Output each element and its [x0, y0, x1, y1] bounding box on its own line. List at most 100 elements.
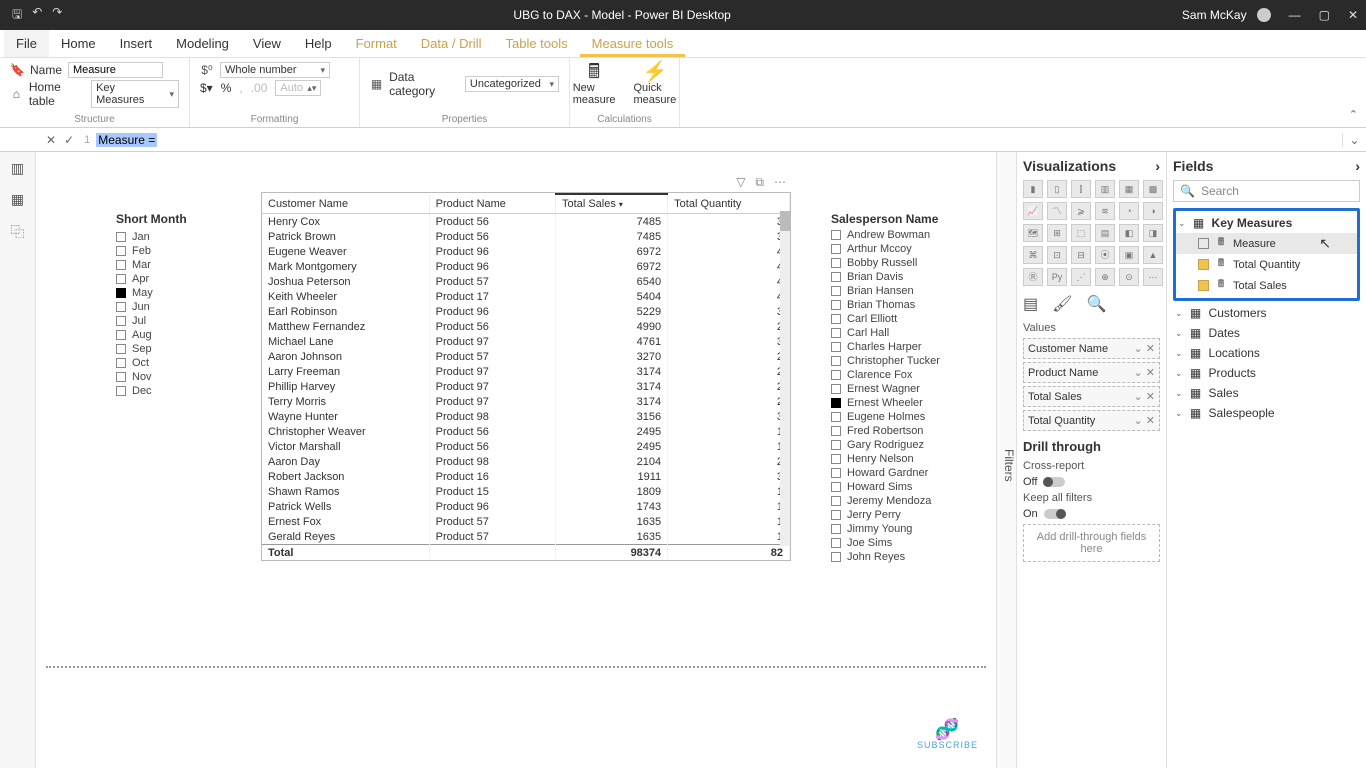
- month-option[interactable]: Aug: [116, 328, 236, 342]
- visual-type-icon[interactable]: ⦿: [1095, 246, 1115, 264]
- salesperson-option[interactable]: Fred Robertson: [831, 424, 1001, 438]
- format-tab-icon[interactable]: 🖌: [1052, 294, 1072, 314]
- month-option[interactable]: Feb: [116, 244, 236, 258]
- checkbox-checked[interactable]: [1198, 259, 1209, 270]
- formula-input[interactable]: 1 Measure =: [84, 133, 1342, 147]
- salesperson-option[interactable]: John Reyes: [831, 550, 1001, 564]
- visual-type-icon[interactable]: ⩾: [1071, 202, 1091, 220]
- column-header[interactable]: Customer Name: [262, 194, 429, 214]
- salesperson-option[interactable]: Eugene Holmes: [831, 410, 1001, 424]
- table-scrollbar[interactable]: [780, 211, 790, 546]
- table-row[interactable]: Eugene WeaverProduct 9669724: [262, 244, 790, 259]
- salesperson-option[interactable]: Carl Elliott: [831, 312, 1001, 326]
- currency-btn[interactable]: $▾: [200, 81, 213, 95]
- visual-type-icon[interactable]: ▩: [1143, 180, 1163, 198]
- table-row[interactable]: Ernest FoxProduct 5716351: [262, 514, 790, 529]
- visual-type-icon[interactable]: Ⓡ: [1023, 268, 1043, 286]
- table-row[interactable]: Patrick WellsProduct 9617431: [262, 499, 790, 514]
- table-row[interactable]: Terry MorrisProduct 9731742: [262, 394, 790, 409]
- fields-collapse[interactable]: ›: [1355, 158, 1360, 174]
- column-header[interactable]: Product Name: [429, 194, 555, 214]
- new-measure-button[interactable]: 🖩 New measure: [567, 62, 622, 106]
- salesperson-option[interactable]: Ernest Wagner: [831, 382, 1001, 396]
- table-row[interactable]: Patrick BrownProduct 5674853: [262, 229, 790, 244]
- table-node[interactable]: ⌄▦Dates: [1173, 323, 1360, 343]
- table-visual[interactable]: ▽ ⧉ ⋯ Customer NameProduct NameTotal Sal…: [261, 192, 791, 561]
- month-option[interactable]: Apr: [116, 272, 236, 286]
- field-well[interactable]: Product Name⌄ ✕: [1023, 362, 1160, 383]
- visual-type-icon[interactable]: ▮: [1023, 180, 1043, 198]
- focus-icon[interactable]: ⧉: [755, 175, 764, 190]
- visual-type-icon[interactable]: ⊡: [1047, 246, 1067, 264]
- redo-icon[interactable]: ↷: [52, 5, 62, 26]
- drill-drop-zone[interactable]: Add drill-through fields here: [1023, 524, 1160, 562]
- table-row[interactable]: Christopher WeaverProduct 5624951: [262, 424, 790, 439]
- month-option[interactable]: Nov: [116, 370, 236, 384]
- tab-table-tools[interactable]: Table tools: [493, 30, 579, 57]
- table-node[interactable]: ⌄▦Sales: [1173, 383, 1360, 403]
- measure-name-input[interactable]: [68, 62, 163, 78]
- remove-icon[interactable]: ✕: [1146, 367, 1155, 379]
- user-name[interactable]: Sam McKay: [1182, 8, 1247, 22]
- column-header[interactable]: Total Sales ▾: [556, 194, 668, 214]
- field-well[interactable]: Total Quantity⌄ ✕: [1023, 410, 1160, 431]
- auto-spinner[interactable]: Auto▴▾: [275, 80, 321, 96]
- table-node[interactable]: ⌄▦Locations: [1173, 343, 1360, 363]
- tab-measure-tools[interactable]: Measure tools: [580, 30, 686, 57]
- visual-type-icon[interactable]: ⌘: [1023, 246, 1043, 264]
- salesperson-option[interactable]: Brian Thomas: [831, 298, 1001, 312]
- table-node[interactable]: ⌄▦Salespeople: [1173, 403, 1360, 423]
- table-row[interactable]: Michael LaneProduct 9747613: [262, 334, 790, 349]
- table-row[interactable]: Henry CoxProduct 5674853: [262, 214, 790, 230]
- table-node[interactable]: ⌄▦Products: [1173, 363, 1360, 383]
- tab-modeling[interactable]: Modeling: [164, 30, 241, 57]
- month-option[interactable]: Jul: [116, 314, 236, 328]
- table-row[interactable]: Wayne HunterProduct 9831563: [262, 409, 790, 424]
- remove-icon[interactable]: ✕: [1146, 415, 1155, 427]
- more-icon[interactable]: ⋯: [774, 175, 786, 190]
- slicer-salesperson[interactable]: Salesperson Name Andrew BowmanArthur Mcc…: [831, 212, 1001, 564]
- salesperson-option[interactable]: Arthur Mccoy: [831, 242, 1001, 256]
- tab-help[interactable]: Help: [293, 30, 344, 57]
- visual-type-icon[interactable]: ▲: [1143, 246, 1163, 264]
- visual-type-icon[interactable]: 📈: [1023, 202, 1043, 220]
- visual-type-icon[interactable]: ≋: [1095, 202, 1115, 220]
- quick-measure-button[interactable]: ⚡ Quick measure: [628, 62, 683, 106]
- comma-btn[interactable]: ,: [239, 81, 242, 95]
- salesperson-option[interactable]: Joe Sims: [831, 536, 1001, 550]
- table-row[interactable]: Aaron JohnsonProduct 5732702: [262, 349, 790, 364]
- table-row[interactable]: Robert JacksonProduct 1619113: [262, 469, 790, 484]
- visual-type-icon[interactable]: Py: [1047, 268, 1067, 286]
- visual-type-icon[interactable]: ⊟: [1071, 246, 1091, 264]
- visual-type-icon[interactable]: ⋯: [1143, 268, 1163, 286]
- salesperson-option[interactable]: Charles Harper: [831, 340, 1001, 354]
- slicer-month[interactable]: Short Month JanFebMarAprMayJunJulAugSepO…: [116, 212, 236, 398]
- month-option[interactable]: Jan: [116, 230, 236, 244]
- formula-cancel[interactable]: ✕: [46, 133, 56, 147]
- report-canvas[interactable]: Short Month JanFebMarAprMayJunJulAugSepO…: [36, 152, 996, 768]
- salesperson-option[interactable]: Carl Hall: [831, 326, 1001, 340]
- table-row[interactable]: Matthew FernandezProduct 5649902: [262, 319, 790, 334]
- salesperson-option[interactable]: Clarence Fox: [831, 368, 1001, 382]
- save-icon[interactable]: 🖫: [12, 5, 22, 26]
- tab-insert[interactable]: Insert: [108, 30, 165, 57]
- visual-type-icon[interactable]: ⊙: [1119, 268, 1139, 286]
- cross-report-toggle[interactable]: Off: [1023, 476, 1160, 488]
- table-row[interactable]: Larry FreemanProduct 9731742: [262, 364, 790, 379]
- visual-type-icon[interactable]: ◑: [1143, 202, 1163, 220]
- formula-commit[interactable]: ✓: [64, 133, 74, 147]
- visual-type-icon[interactable]: ▯: [1047, 180, 1067, 198]
- salesperson-option[interactable]: Gary Rodriguez: [831, 438, 1001, 452]
- tab-format[interactable]: Format: [344, 30, 409, 57]
- salesperson-option[interactable]: Brian Hansen: [831, 284, 1001, 298]
- filter-icon[interactable]: ▽: [736, 175, 745, 190]
- table-row[interactable]: Joshua PetersonProduct 5765404: [262, 274, 790, 289]
- ribbon-collapse[interactable]: ⌃: [1349, 108, 1358, 121]
- datacat-combo[interactable]: Uncategorized▾: [465, 76, 559, 92]
- remove-icon[interactable]: ✕: [1146, 343, 1155, 355]
- visual-type-icon[interactable]: ⊞: [1047, 224, 1067, 242]
- fields-search[interactable]: 🔍 Search: [1173, 180, 1360, 202]
- month-option[interactable]: May: [116, 286, 236, 300]
- hometable-combo[interactable]: Key Measures▾: [91, 80, 179, 108]
- tab-data-drill[interactable]: Data / Drill: [409, 30, 494, 57]
